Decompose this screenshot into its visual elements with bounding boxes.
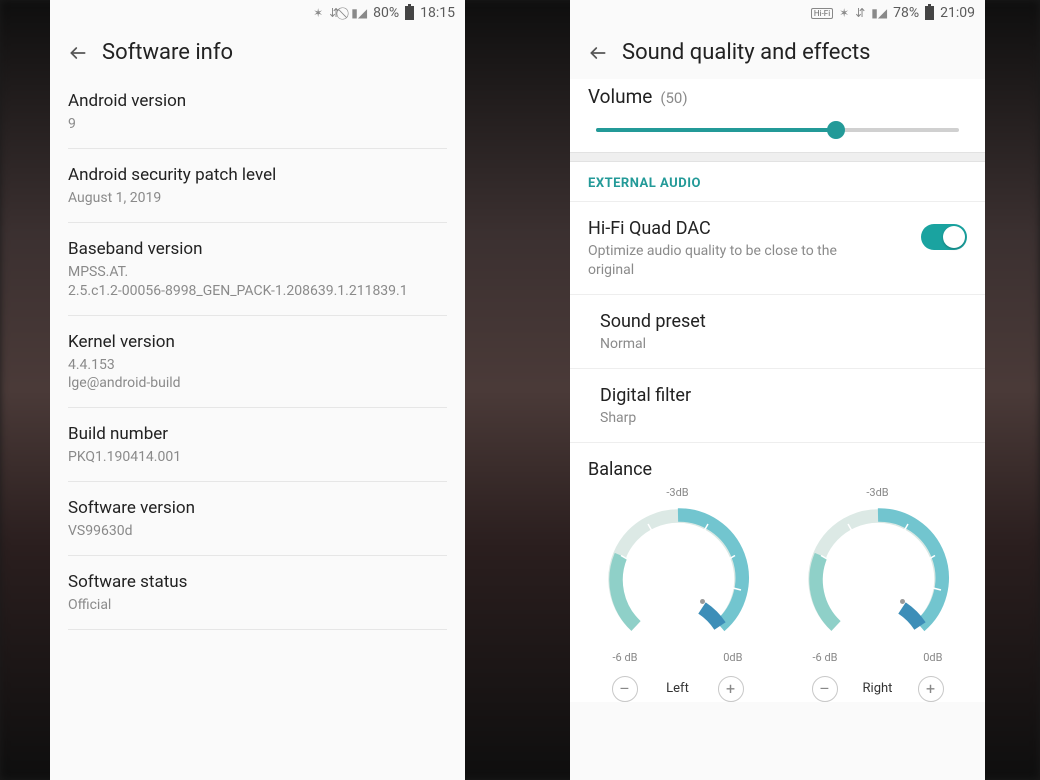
balance-left-minus-button[interactable]: – <box>612 676 638 702</box>
row-value: PKQ1.190414.001 <box>68 448 447 467</box>
row-build-number[interactable]: Build number PKQ1.190414.001 <box>68 408 447 482</box>
row-baseband[interactable]: Baseband version MPSS.AT. 2.5.c1.2-00056… <box>68 223 447 316</box>
battery-percent: 80% <box>373 5 399 21</box>
battery-icon <box>925 6 934 20</box>
row-title: Kernel version <box>68 332 447 352</box>
row-kernel[interactable]: Kernel version 4.4.153 lge@android-build <box>68 316 447 409</box>
dial-gauge-icon <box>603 503 753 653</box>
info-list: Android version 9 Android security patch… <box>50 75 465 630</box>
setting-sub: Optimize audio quality to be close to th… <box>588 242 868 280</box>
status-bar: Hi-Fi ✶ ⇵ ▮◢ 78% 21:09 <box>570 0 985 26</box>
balance-dial-right: -3dB <box>798 486 958 702</box>
row-value: August 1, 2019 <box>68 189 447 208</box>
battery-percent: 78% <box>893 5 919 21</box>
toggle-knob <box>943 226 965 248</box>
bluetooth-icon: ✶ <box>839 6 849 20</box>
app-bar: Sound quality and effects <box>570 26 985 75</box>
software-info-screen: ✶ ⇵ ⃠ ▮◢ 80% 18:15 Software info Android… <box>50 0 465 780</box>
clock: 21:09 <box>940 5 975 21</box>
row-title: Software status <box>68 572 447 592</box>
balance-block: Balance -3dB <box>570 443 985 702</box>
row-value: MPSS.AT. 2.5.c1.2-00056-8998_GEN_PACK-1.… <box>68 263 447 301</box>
back-button[interactable] <box>588 43 608 63</box>
volume-label: Volume <box>588 85 652 108</box>
slider-fill <box>596 128 836 132</box>
balance-dials: -3dB <box>588 486 967 702</box>
row-title: Baseband version <box>68 239 447 259</box>
page-title: Sound quality and effects <box>622 40 871 65</box>
clock: 18:15 <box>420 5 455 21</box>
balance-left-plus-button[interactable]: + <box>718 676 744 702</box>
row-value: Official <box>68 596 447 615</box>
status-bar: ✶ ⇵ ⃠ ▮◢ 80% 18:15 <box>50 0 465 26</box>
row-value: VS99630d <box>68 522 447 541</box>
signal-icon: ▮◢ <box>871 6 887 20</box>
row-sound-preset[interactable]: Sound preset Normal <box>570 295 985 369</box>
db-top-label: -3dB <box>666 486 688 499</box>
row-title: Build number <box>68 424 447 444</box>
bluetooth-icon: ✶ <box>313 6 323 20</box>
volume-value: (50) <box>660 89 687 107</box>
row-title: Software version <box>68 498 447 518</box>
row-digital-filter[interactable]: Digital filter Sharp <box>570 369 985 443</box>
row-title: Android version <box>68 91 447 111</box>
balance-side-label: Right <box>860 681 896 696</box>
row-android-version[interactable]: Android version 9 <box>68 75 447 149</box>
row-hifi-dac[interactable]: Hi-Fi Quad DAC Optimize audio quality to… <box>570 202 985 295</box>
arrow-left-icon <box>68 42 88 64</box>
signal-icon: ▮◢ <box>351 6 367 20</box>
balance-right-plus-button[interactable]: + <box>918 676 944 702</box>
back-button[interactable] <box>68 43 88 63</box>
volume-block: Volume (50) <box>570 79 985 152</box>
db-top-label: -3dB <box>866 486 888 499</box>
section-header-external-audio: EXTERNAL AUDIO <box>570 162 985 202</box>
setting-title: Hi-Fi Quad DAC <box>588 218 909 239</box>
slider-thumb[interactable] <box>827 121 845 139</box>
wifi-icon: ⇵ <box>329 6 339 20</box>
hifi-icon: Hi-Fi <box>811 8 833 19</box>
dial-gauge-icon <box>803 503 953 653</box>
app-bar: Software info <box>50 26 465 75</box>
balance-title: Balance <box>588 459 967 480</box>
battery-icon <box>405 6 414 20</box>
setting-sub: Normal <box>600 335 880 354</box>
dial-indicator <box>700 599 705 604</box>
setting-title: Digital filter <box>600 385 967 406</box>
setting-sub: Sharp <box>600 409 880 428</box>
sound-quality-screen: Hi-Fi ✶ ⇵ ▮◢ 78% 21:09 Sound quality and… <box>570 0 985 780</box>
row-software-version[interactable]: Software version VS99630d <box>68 482 447 556</box>
volume-slider[interactable] <box>596 128 959 132</box>
dial[interactable] <box>803 503 953 653</box>
hifi-dac-toggle[interactable] <box>921 224 967 250</box>
balance-right-minus-button[interactable]: – <box>812 676 838 702</box>
row-value: 9 <box>68 115 447 134</box>
row-value: 4.4.153 lge@android-build <box>68 356 447 394</box>
arrow-left-icon <box>588 42 608 64</box>
row-software-status[interactable]: Software status Official <box>68 556 447 630</box>
row-title: Android security patch level <box>68 165 447 185</box>
wifi-icon: ⇵ <box>855 6 865 20</box>
row-security-patch[interactable]: Android security patch level August 1, 2… <box>68 149 447 223</box>
page-title: Software info <box>102 40 233 65</box>
content: Volume (50) EXTERNAL AUDIO Hi-Fi Quad DA… <box>570 75 985 702</box>
dial-indicator <box>900 599 905 604</box>
balance-side-label: Left <box>660 681 696 696</box>
balance-dial-left: -3dB <box>598 486 758 702</box>
section-divider <box>570 152 985 162</box>
dial[interactable] <box>603 503 753 653</box>
setting-title: Sound preset <box>600 311 967 332</box>
